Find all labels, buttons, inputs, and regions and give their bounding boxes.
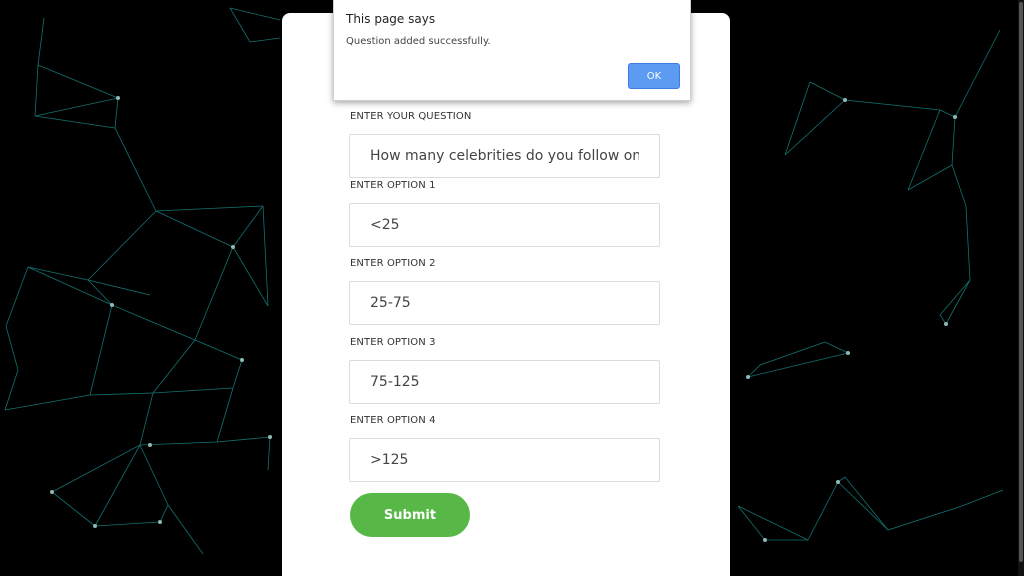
submit-button[interactable]: Submit xyxy=(350,493,470,537)
option-2-label: ENTER OPTION 2 xyxy=(350,258,436,269)
page-scrollbar[interactable] xyxy=(1018,0,1024,576)
option-1-input[interactable] xyxy=(349,203,660,247)
option-4-label: ENTER OPTION 4 xyxy=(350,415,436,426)
alert-dialog: This page says Question added successful… xyxy=(333,0,691,101)
option-3-input[interactable] xyxy=(349,360,660,404)
scrollbar-thumb[interactable] xyxy=(1019,2,1023,562)
dialog-message: Question added successfully. xyxy=(346,36,491,47)
question-label: ENTER YOUR QUESTION xyxy=(350,111,472,122)
question-input[interactable] xyxy=(349,134,660,178)
option-1-label: ENTER OPTION 1 xyxy=(350,180,436,191)
option-4-input[interactable] xyxy=(349,438,660,482)
dialog-ok-button[interactable]: OK xyxy=(628,63,680,89)
dialog-title: This page says xyxy=(346,12,436,26)
option-2-input[interactable] xyxy=(349,281,660,325)
option-3-label: ENTER OPTION 3 xyxy=(350,337,436,348)
